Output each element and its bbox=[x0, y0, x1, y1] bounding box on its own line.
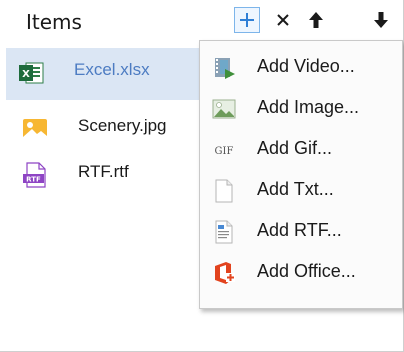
gif-icon: GIF bbox=[215, 146, 234, 157]
panel-title: Items bbox=[26, 10, 82, 34]
add-menu: Add Video... Add Image... GIF Add Gif...… bbox=[199, 40, 403, 309]
menu-item-label: Add Office... bbox=[257, 261, 356, 281]
rtf-document-icon bbox=[215, 220, 233, 244]
menu-item-label: Add Gif... bbox=[257, 138, 333, 158]
image-file-icon bbox=[23, 119, 47, 139]
panel-header: Items bbox=[0, 0, 404, 40]
arrow-up-icon bbox=[309, 12, 323, 28]
gif-icon-text: GIF bbox=[215, 146, 234, 157]
plus-icon bbox=[240, 13, 254, 27]
menu-item-add-gif[interactable]: GIF Add Gif... bbox=[200, 130, 402, 170]
list-item-label: Excel.xlsx bbox=[74, 60, 150, 79]
menu-item-add-image[interactable]: Add Image... bbox=[200, 89, 402, 129]
excel-file-icon: X bbox=[19, 62, 44, 84]
move-up-button[interactable] bbox=[303, 7, 329, 33]
menu-item-label: Add RTF... bbox=[257, 220, 342, 240]
list-item-label: RTF.rtf bbox=[78, 162, 129, 181]
menu-item-add-txt[interactable]: Add Txt... bbox=[200, 171, 402, 211]
menu-item-label: Add Video... bbox=[257, 56, 355, 76]
close-icon bbox=[277, 14, 289, 26]
office-icon bbox=[215, 262, 235, 284]
menu-item-add-rtf[interactable]: Add RTF... bbox=[200, 212, 402, 252]
list-item-scenery[interactable]: Scenery.jpg bbox=[10, 104, 210, 148]
list-item-rtf[interactable]: RTF RTF.rtf bbox=[10, 150, 210, 194]
rtf-file-icon: RTF bbox=[23, 162, 46, 188]
image-icon bbox=[212, 99, 236, 119]
move-down-button[interactable] bbox=[368, 7, 394, 33]
menu-item-add-office[interactable]: Add Office... bbox=[200, 253, 402, 293]
menu-item-add-video[interactable]: Add Video... bbox=[200, 48, 402, 88]
video-icon bbox=[215, 58, 235, 79]
list-item-excel[interactable]: X Excel.xlsx bbox=[6, 48, 206, 100]
add-button[interactable] bbox=[234, 7, 260, 33]
txt-document-icon bbox=[215, 179, 233, 203]
menu-item-label: Add Txt... bbox=[257, 179, 334, 199]
svg-text:X: X bbox=[22, 69, 30, 80]
arrow-down-icon bbox=[374, 12, 388, 28]
svg-text:RTF: RTF bbox=[26, 176, 41, 184]
list-item-label: Scenery.jpg bbox=[78, 116, 167, 135]
remove-button[interactable] bbox=[270, 7, 296, 33]
menu-item-label: Add Image... bbox=[257, 97, 360, 117]
